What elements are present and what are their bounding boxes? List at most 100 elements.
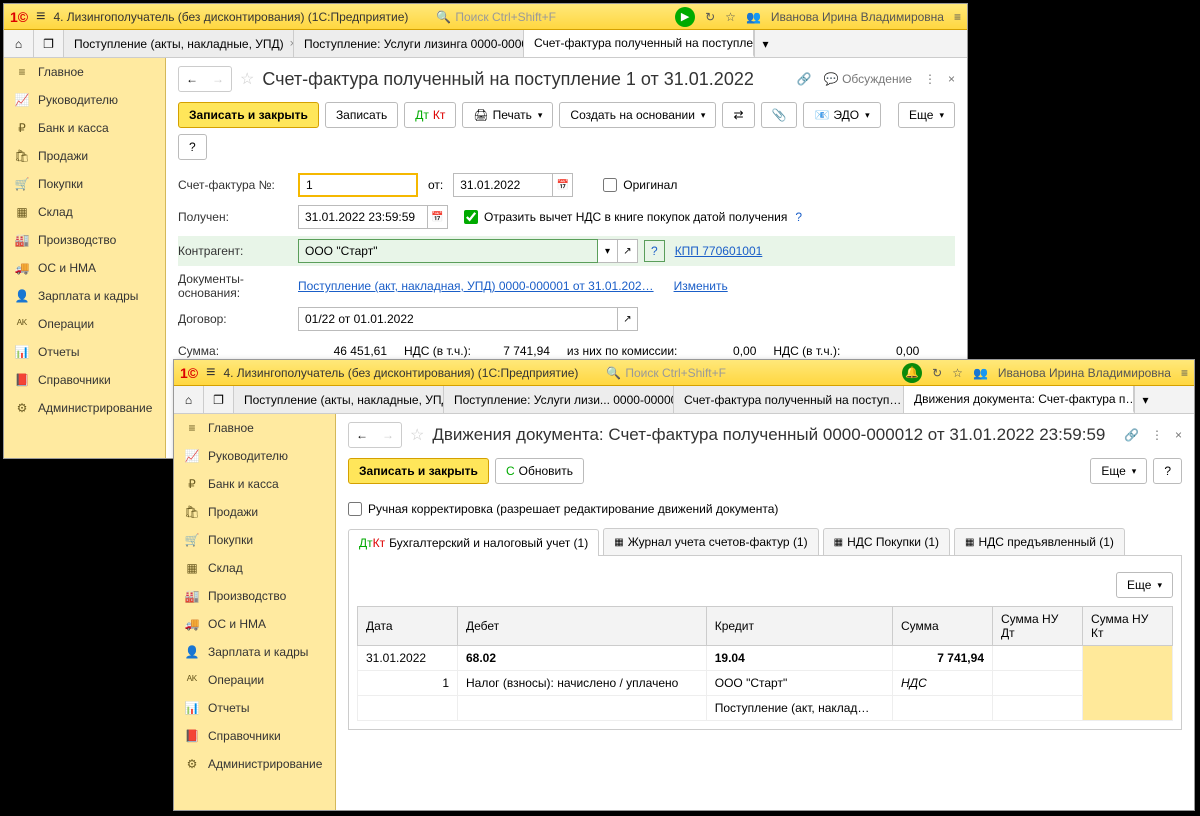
tab-2[interactable]: Счет-фактура полученный на поступ…×	[674, 386, 904, 413]
sidebar-item-1[interactable]: 📈Руководителю	[174, 442, 335, 470]
reflect-checkbox[interactable]	[464, 210, 478, 224]
user-name[interactable]: Иванова Ирина Владимировна	[998, 366, 1171, 380]
intab-2[interactable]: ▦НДС Покупки (1)	[823, 528, 950, 555]
manual-checkbox[interactable]	[348, 502, 362, 516]
help-button[interactable]: ?	[178, 134, 207, 160]
favorite-icon[interactable]: ☆	[410, 425, 424, 445]
calendar-icon[interactable]: 📅	[428, 205, 448, 229]
intab-0[interactable]: ДтКтБухгалтерский и налоговый учет (1)	[348, 529, 599, 556]
sidebar-item-0[interactable]: ≡Главное	[174, 414, 335, 442]
date-from-input[interactable]	[453, 173, 553, 197]
hamburger-icon[interactable]: ≡	[36, 8, 45, 26]
close-doc-icon[interactable]: ×	[1175, 428, 1182, 442]
menu-caret-icon[interactable]: ≡	[1181, 366, 1188, 380]
sidebar-item-2[interactable]: ₽Банк и касса	[174, 470, 335, 498]
th-date[interactable]: Дата	[358, 607, 458, 646]
sidebar-item-9[interactable]: ᴬᴷОперации	[4, 310, 165, 338]
attach-button[interactable]: 📎	[761, 102, 798, 128]
tab-1[interactable]: Поступление: Услуги лизи... 0000-000001 …	[444, 386, 674, 413]
tab-0[interactable]: Поступление (акты, накладные, УПД)×	[234, 386, 444, 413]
cell-nukt[interactable]	[1083, 646, 1173, 721]
star-icon[interactable]: ☆	[952, 366, 963, 380]
discuss-button[interactable]: 💬 Обсуждение	[824, 72, 912, 86]
table-row[interactable]: Поступление (акт, наклад…	[358, 696, 1173, 721]
counterparty-input[interactable]	[298, 239, 598, 263]
sidebar-item-12[interactable]: ⚙Администрирование	[4, 394, 165, 422]
kebab-icon[interactable]: ⋮	[924, 72, 936, 86]
contract-input[interactable]	[298, 307, 618, 331]
sidebar-item-11[interactable]: 📕Справочники	[174, 722, 335, 750]
sidebar-item-8[interactable]: 👤Зарплата и кадры	[4, 282, 165, 310]
more-button[interactable]: Еще▾	[898, 102, 955, 128]
open-icon[interactable]: ↗	[618, 239, 638, 263]
close-doc-icon[interactable]: ×	[948, 72, 955, 86]
tabs-dropdown[interactable]: ▾	[1134, 386, 1156, 413]
sidebar-item-5[interactable]: ▦Склад	[174, 554, 335, 582]
sidebar-item-12[interactable]: ⚙Администрирование	[174, 750, 335, 778]
global-search[interactable]: 🔍 Поиск Ctrl+Shift+F	[436, 10, 556, 24]
sidebar-item-4[interactable]: 🛒Покупки	[174, 526, 335, 554]
sidebar-item-1[interactable]: 📈Руководителю	[4, 86, 165, 114]
table-more-button[interactable]: Еще▾	[1116, 572, 1173, 598]
th-nukt[interactable]: Сумма НУ Кт	[1083, 607, 1173, 646]
tab-0[interactable]: Поступление (акты, накладные, УПД)×	[64, 30, 294, 57]
relations-button[interactable]: ⇄	[722, 102, 754, 128]
kpp-link[interactable]: КПП 770601001	[675, 244, 763, 258]
refresh-button[interactable]: С Обновить	[495, 458, 584, 484]
tab-3[interactable]: Движения документа: Счет-фактура п…×	[904, 386, 1134, 413]
save-close-button[interactable]: Записать и закрыть	[348, 458, 489, 484]
sidebar-item-9[interactable]: ᴬᴷОперации	[174, 666, 335, 694]
windows-button[interactable]: ❐	[204, 386, 234, 413]
intab-3[interactable]: ▦НДС предъявленный (1)	[954, 528, 1125, 555]
back-button[interactable]: ←	[179, 67, 205, 91]
th-sum[interactable]: Сумма	[893, 607, 993, 646]
favorite-icon[interactable]: ☆	[240, 69, 254, 89]
sidebar-item-2[interactable]: ₽Банк и касса	[4, 114, 165, 142]
bell-icon[interactable]: 🔔	[902, 363, 922, 383]
save-close-button[interactable]: Записать и закрыть	[178, 102, 319, 128]
tab-1[interactable]: Поступление: Услуги лизинга 0000-000001 …	[294, 30, 524, 57]
table-row[interactable]: 1 Налог (взносы): начислено / уплачено О…	[358, 671, 1173, 696]
sidebar-item-10[interactable]: 📊Отчеты	[4, 338, 165, 366]
dtct-button[interactable]: ДтКт	[404, 102, 456, 128]
th-nudt[interactable]: Сумма НУ Дт	[993, 607, 1083, 646]
sidebar-item-3[interactable]: 🛍Продажи	[4, 142, 165, 170]
sidebar-item-5[interactable]: ▦Склад	[4, 198, 165, 226]
global-search[interactable]: 🔍 Поиск Ctrl+Shift+F	[606, 366, 726, 380]
sidebar-item-7[interactable]: 🚚ОС и НМА	[4, 254, 165, 282]
print-button[interactable]: 🖨 Печать▾	[462, 102, 553, 128]
play-icon[interactable]: ▶	[675, 7, 695, 27]
sidebar-item-7[interactable]: 🚚ОС и НМА	[174, 610, 335, 638]
dropdown-icon[interactable]: ▾	[598, 239, 618, 263]
received-input[interactable]	[298, 205, 428, 229]
intab-1[interactable]: ▦Журнал учета счетов-фактур (1)	[603, 528, 818, 555]
sidebar-item-6[interactable]: 🏭Производство	[4, 226, 165, 254]
forward-button[interactable]: →	[205, 67, 231, 91]
help-link-icon[interactable]: ?	[795, 210, 802, 224]
edo-button[interactable]: 📧 ЭДО▾	[803, 102, 880, 128]
number-input[interactable]	[298, 173, 418, 197]
back-button[interactable]: ←	[349, 423, 375, 447]
th-debit[interactable]: Дебет	[458, 607, 707, 646]
create-based-button[interactable]: Создать на основании▾	[559, 102, 716, 128]
kebab-icon[interactable]: ⋮	[1151, 428, 1163, 442]
sidebar-item-3[interactable]: 🛍Продажи	[174, 498, 335, 526]
windows-button[interactable]: ❐	[34, 30, 64, 57]
help-button[interactable]: ?	[1153, 458, 1182, 484]
sidebar-item-10[interactable]: 📊Отчеты	[174, 694, 335, 722]
help-icon[interactable]: ?	[644, 240, 665, 262]
calendar-icon[interactable]: 📅	[553, 173, 573, 197]
forward-button[interactable]: →	[375, 423, 401, 447]
basis-link[interactable]: Поступление (акт, накладная, УПД) 0000-0…	[298, 279, 654, 293]
tabs-dropdown[interactable]: ▾	[754, 30, 776, 57]
link-icon[interactable]: 🔗	[1124, 428, 1139, 442]
th-credit[interactable]: Кредит	[706, 607, 892, 646]
home-button[interactable]: ⌂	[4, 30, 34, 57]
sidebar-item-0[interactable]: ≡Главное	[4, 58, 165, 86]
sidebar-item-6[interactable]: 🏭Производство	[174, 582, 335, 610]
change-link[interactable]: Изменить	[674, 279, 728, 293]
menu-caret-icon[interactable]: ≡	[954, 10, 961, 24]
table-row[interactable]: 31.01.2022 68.02 19.04 7 741,94	[358, 646, 1173, 671]
home-button[interactable]: ⌂	[174, 386, 204, 413]
open-icon[interactable]: ↗	[618, 307, 638, 331]
